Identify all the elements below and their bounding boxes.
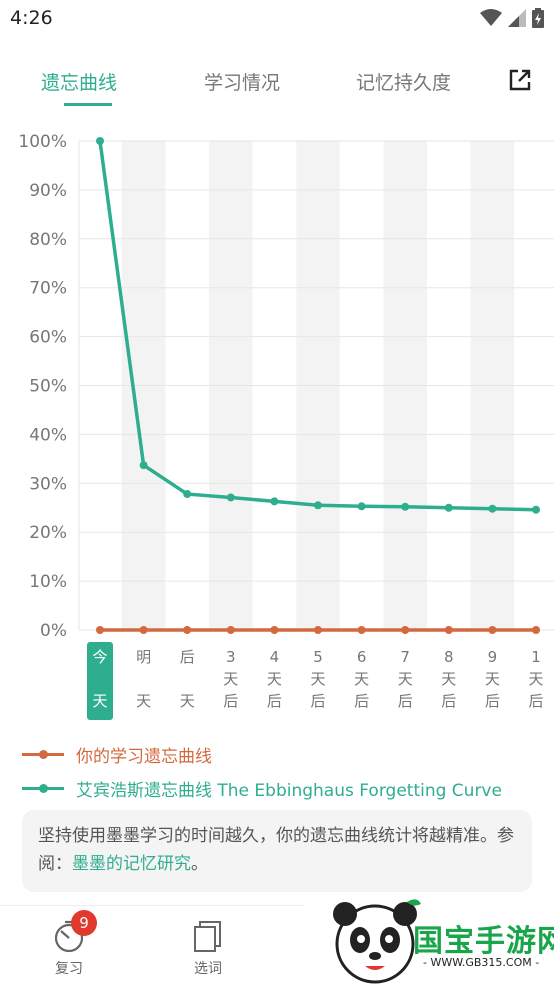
y-tick-label: 70%	[29, 279, 67, 299]
data-point	[488, 626, 497, 634]
legend-label-ebbinghaus: 艾宾浩斯遗忘曲线 The Ebbinghaus Forgetting Curve	[76, 780, 502, 801]
y-tick-label: 100%	[18, 132, 67, 152]
data-point	[96, 626, 104, 634]
nav-select-words[interactable]: 选词	[178, 918, 238, 978]
legend-label-user: 你的学习遗忘曲线	[76, 746, 212, 767]
data-point	[357, 502, 366, 511]
y-tick-label: 0%	[40, 621, 67, 641]
legend-swatch-user	[22, 742, 64, 766]
data-point	[226, 493, 235, 502]
signal-icon	[508, 9, 526, 27]
x-tick-label: 6	[357, 648, 367, 666]
data-point	[401, 502, 410, 511]
y-tick-label: 60%	[29, 328, 67, 348]
x-tick-label: 后	[398, 692, 413, 710]
forgetting-curve-chart: 100%90%80%70%60%50%40%30%20%10%0%今天明天后天3…	[18, 132, 554, 720]
tab-forgetting-curve[interactable]: 遗忘曲线	[41, 68, 117, 95]
data-point	[314, 501, 322, 510]
x-tick-label: 后	[441, 692, 456, 710]
x-tick-label: 7	[400, 648, 410, 666]
tab-study-status[interactable]: 学习情况	[204, 68, 280, 95]
tab-active-underline	[64, 103, 112, 106]
y-tick-label: 90%	[29, 181, 67, 201]
external-link-icon[interactable]	[508, 68, 532, 92]
x-tick-label: 天	[441, 670, 456, 688]
data-point	[226, 626, 235, 634]
x-tick-label: 天	[223, 670, 238, 688]
status-time: 4:26	[10, 7, 53, 29]
x-tick-label: 天	[92, 692, 107, 710]
x-tick-label: 后	[485, 692, 500, 710]
x-tick-label: 天	[310, 670, 325, 688]
x-tick-label: 5	[313, 648, 323, 666]
wifi-icon	[480, 9, 502, 26]
data-point	[401, 626, 410, 634]
x-tick-label: 天	[528, 670, 543, 688]
x-tick-label: 1	[531, 648, 541, 666]
y-tick-label: 10%	[29, 572, 67, 592]
x-tick-label: 9	[488, 648, 498, 666]
info-note: 坚持使用墨墨学习的时间越久，你的遗忘曲线统计将越精准。参阅：墨墨的记忆研究。	[22, 810, 532, 892]
x-tick-label: 3	[226, 648, 236, 666]
legend-item-user-curve: 你的学习遗忘曲线	[22, 742, 212, 767]
data-point	[314, 626, 322, 634]
data-point	[444, 626, 453, 634]
data-point	[139, 626, 148, 634]
x-tick-label: 天	[267, 670, 282, 688]
data-point	[96, 137, 104, 145]
nav-select-words-label: 选词	[194, 961, 222, 977]
nav-review-label: 复习	[55, 961, 83, 977]
y-tick-label: 50%	[29, 377, 67, 397]
tab-memory-durability[interactable]: 记忆持久度	[356, 68, 451, 95]
x-tick-label: 后	[180, 648, 195, 666]
x-tick-label: 明	[136, 648, 151, 666]
x-tick-label: 后	[354, 692, 369, 710]
x-tick-label: 天	[136, 692, 151, 710]
watermark-url: - WWW.GB315.COM -	[423, 956, 540, 969]
nav-review[interactable]: 9 复习	[39, 910, 99, 978]
x-tick-label: 8	[444, 648, 454, 666]
cards-icon	[194, 921, 221, 952]
data-point	[444, 503, 453, 512]
data-point	[357, 626, 366, 634]
tab-bar: 遗忘曲线 学习情况 记忆持久度	[0, 58, 554, 108]
x-tick-label: 后	[310, 692, 325, 710]
x-tick-label: 天	[398, 670, 413, 688]
memory-research-link[interactable]: 墨墨的记忆研究	[72, 854, 191, 874]
data-point	[183, 490, 192, 499]
data-point	[270, 497, 279, 506]
battery-icon	[532, 8, 544, 28]
watermark: 国宝手游网 - WWW.GB315.COM -	[305, 892, 554, 984]
y-tick-label: 20%	[29, 523, 67, 543]
review-badge: 9	[71, 910, 97, 936]
watermark-brand: 国宝手游网	[413, 924, 554, 959]
legend-swatch-ebbinghaus	[22, 776, 64, 800]
note-end: 。	[191, 854, 208, 874]
panda-logo-icon	[333, 899, 421, 984]
x-tick-label: 后	[267, 692, 282, 710]
y-tick-label: 80%	[29, 230, 67, 250]
x-tick-label: 天	[354, 670, 369, 688]
x-tick-label: 后	[528, 692, 543, 710]
x-tick-label: 天	[485, 670, 500, 688]
data-point	[532, 626, 540, 634]
status-icons	[480, 8, 544, 28]
data-point	[532, 505, 540, 514]
y-tick-label: 40%	[29, 425, 67, 445]
x-tick-label: 天	[180, 692, 195, 710]
legend-item-ebbinghaus: 艾宾浩斯遗忘曲线 The Ebbinghaus Forgetting Curve	[22, 776, 502, 801]
x-tick-label: 今	[92, 648, 107, 666]
data-point	[270, 626, 279, 634]
data-point	[488, 504, 497, 513]
status-bar: 4:26	[0, 0, 554, 38]
x-tick-label: 后	[223, 692, 238, 710]
y-tick-label: 30%	[29, 474, 67, 494]
data-point	[183, 626, 192, 634]
data-point	[139, 461, 148, 470]
x-tick-label: 4	[270, 648, 280, 666]
